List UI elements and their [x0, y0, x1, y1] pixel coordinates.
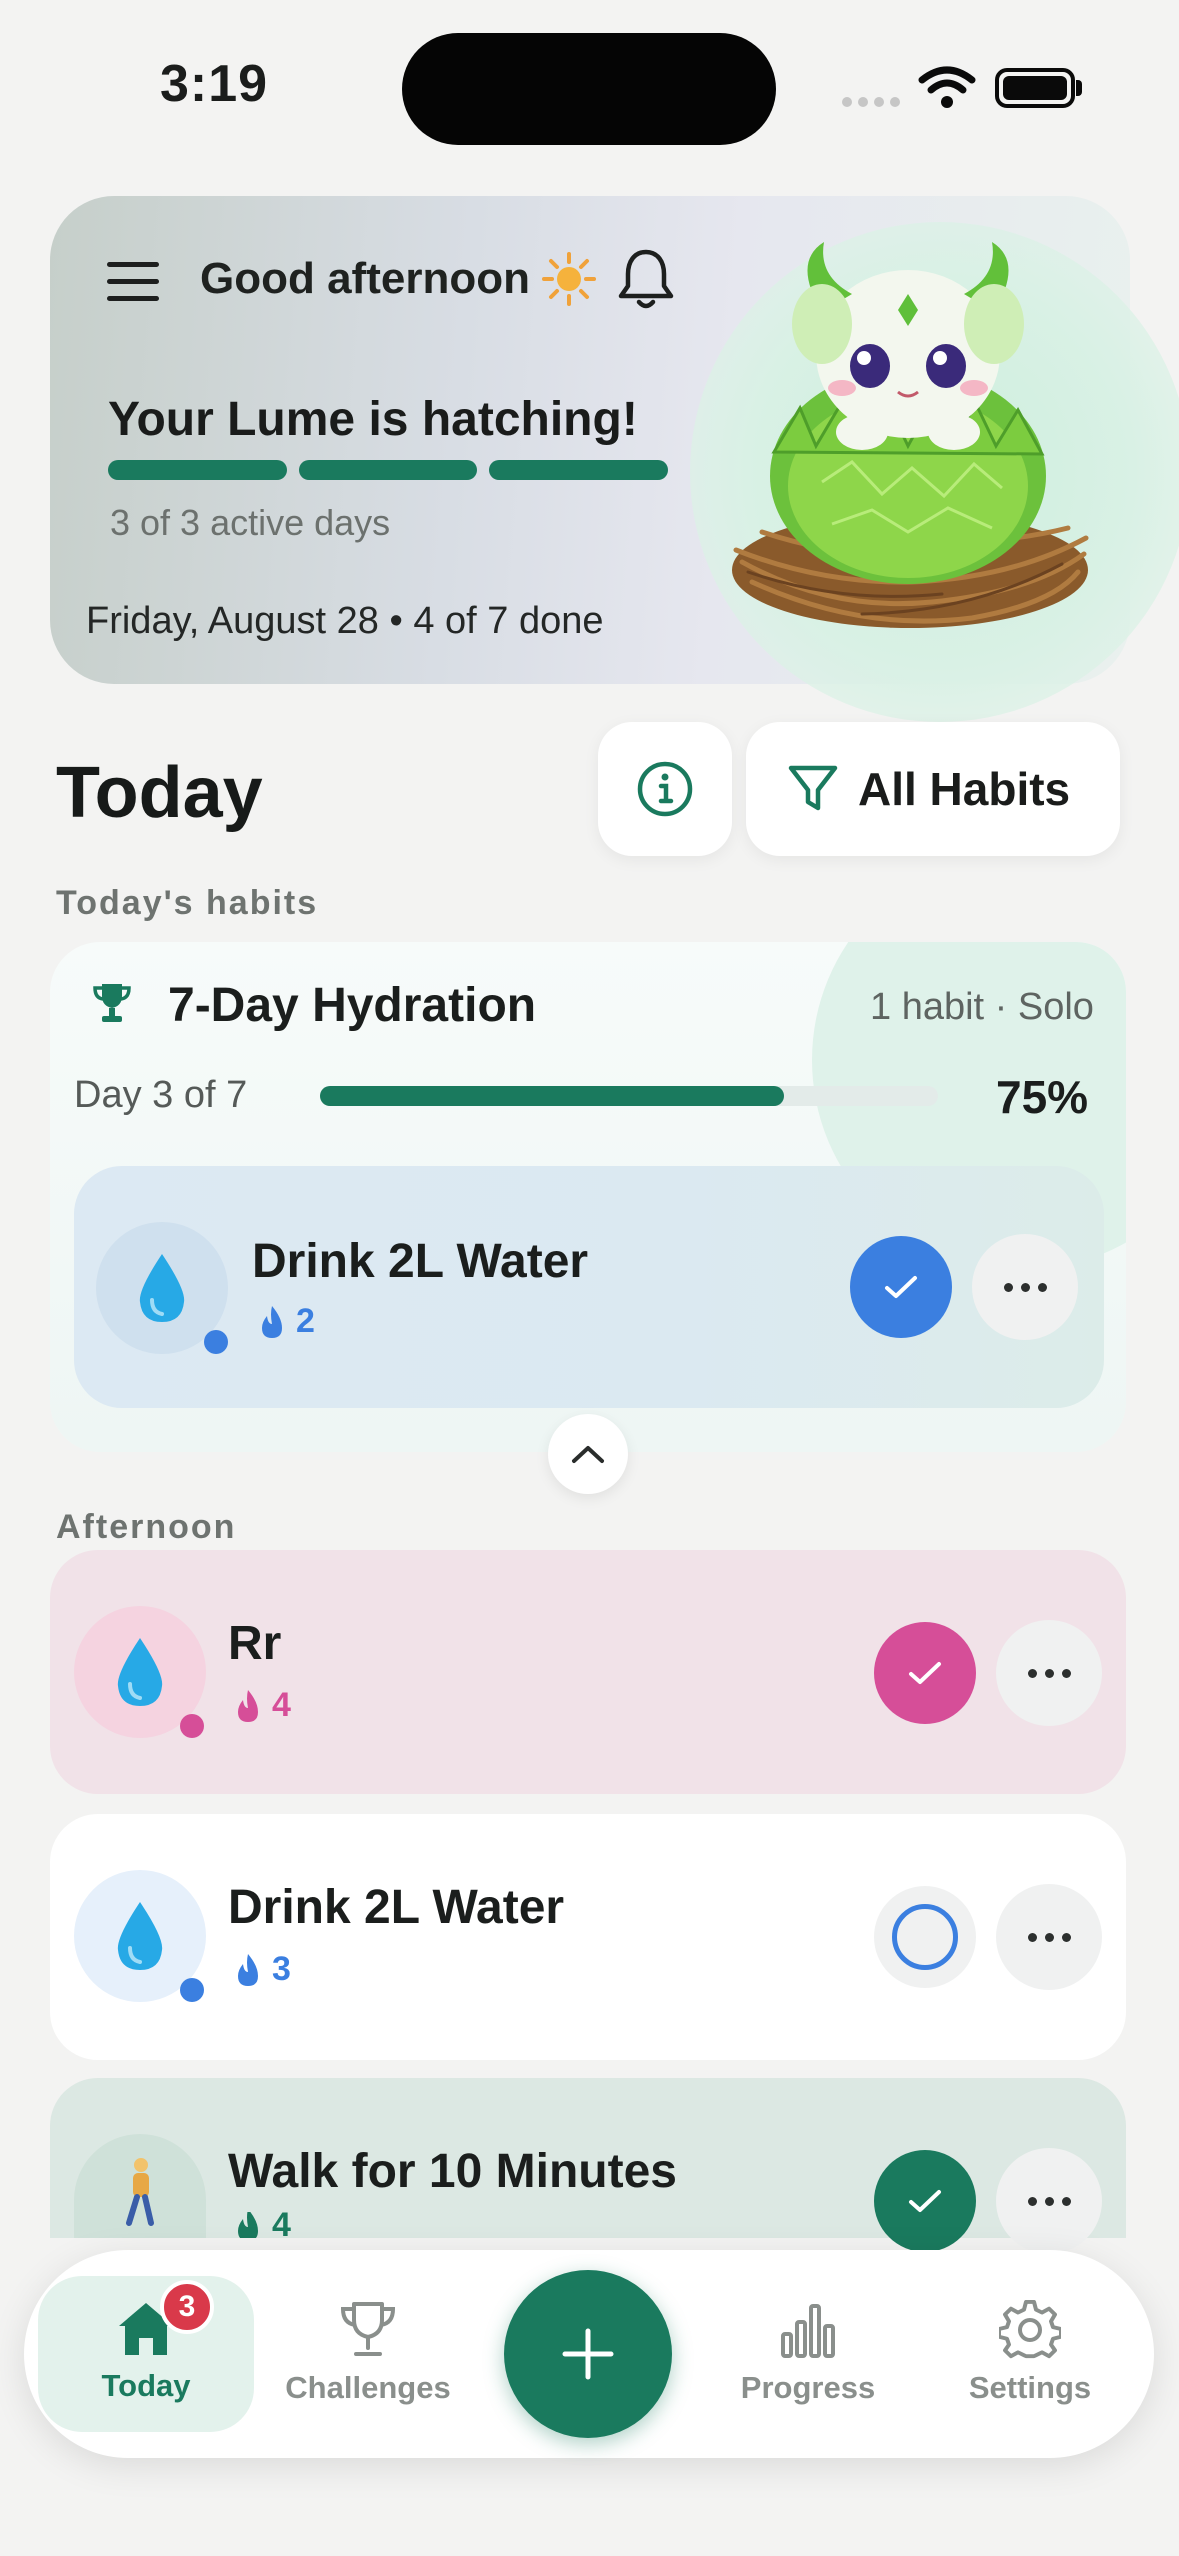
page-title: Today [56, 753, 263, 833]
info-button[interactable] [598, 722, 732, 856]
nav-label: Settings [968, 2370, 1092, 2405]
nav-item-settings[interactable]: Settings [922, 2276, 1138, 2432]
plus-icon [562, 2328, 614, 2380]
filter-label: All Habits [858, 763, 1071, 815]
flame-icon [238, 1953, 258, 1986]
section-label-todays-habits: Today's habits [56, 884, 319, 922]
habit-name: Drink 2L Water [228, 1881, 565, 1934]
habit-more-button[interactable] [996, 2148, 1102, 2254]
habit-streak: 2 [258, 1302, 315, 1341]
water-drop-icon [139, 1254, 185, 1322]
bar-chart-icon [781, 2304, 835, 2358]
challenge-percent: 75% [996, 1071, 1089, 1123]
checkmark-icon [909, 2190, 941, 2212]
chevron-up-icon [572, 1446, 604, 1463]
lume-mascot-illustration[interactable] [712, 232, 1102, 652]
hatch-progress [108, 460, 669, 480]
habit-streak: 3 [234, 1950, 291, 1989]
habit-color-dot [180, 1978, 204, 2002]
filter-icon [788, 765, 838, 811]
wifi-icon [918, 66, 976, 108]
challenge-progress-fill [320, 1086, 784, 1106]
hatch-title: Your Lume is hatching! [108, 393, 638, 446]
habit-streak: 4 [234, 2212, 291, 2238]
gear-icon [999, 2300, 1061, 2359]
info-icon [637, 761, 693, 817]
habit-check-button[interactable] [874, 2150, 976, 2252]
nav-label: Challenges [285, 2370, 451, 2405]
battery-icon [995, 68, 1075, 108]
walking-person-icon [126, 2158, 154, 2226]
trophy-icon [340, 2302, 396, 2356]
active-days-text: 3 of 3 active days [110, 502, 391, 543]
empty-check-ring [892, 1904, 958, 1970]
habit-name: Rr [228, 1617, 282, 1670]
challenge-meta: 1 habit · Solo [870, 986, 1094, 1028]
nav-item-today[interactable]: Today [38, 2276, 254, 2432]
habit-check-button[interactable] [850, 1236, 952, 1338]
signal-icon [842, 94, 906, 112]
habit-check-button[interactable] [874, 1622, 976, 1724]
habit-check-button[interactable] [874, 1886, 976, 1988]
status-time: 3:19 [160, 55, 269, 113]
water-drop-icon [117, 1638, 163, 1706]
challenge-progress-bar [320, 1086, 938, 1106]
nav-item-progress[interactable]: Progress [700, 2276, 916, 2432]
flame-icon [238, 1689, 258, 1722]
bell-icon[interactable] [616, 246, 676, 312]
nav-item-challenges[interactable]: Challenges [260, 2276, 476, 2432]
habit-streak-count: 4 [272, 1686, 291, 1724]
water-drop-icon [117, 1902, 163, 1970]
habit-streak-count: 4 [272, 2212, 291, 2238]
nav-label: Progress [740, 2370, 876, 2405]
challenge-title: 7-Day Hydration [168, 979, 537, 1032]
section-label-afternoon: Afternoon [56, 1508, 237, 1546]
menu-icon[interactable] [107, 262, 159, 302]
habit-streak-count: 3 [272, 1950, 291, 1988]
filter-button[interactable]: All Habits [746, 722, 1120, 856]
checkmark-icon [909, 1662, 941, 1684]
habit-more-button[interactable] [996, 1620, 1102, 1726]
battery-cap [1076, 80, 1082, 96]
date-summary: Friday, August 28 • 4 of 7 done [86, 600, 604, 642]
challenge-day-label: Day 3 of 7 [74, 1074, 248, 1116]
habit-color-dot [204, 1330, 228, 1354]
flame-icon [262, 1305, 282, 1338]
habit-name: Walk for 10 Minutes [228, 2145, 677, 2198]
habit-name: Drink 2L Water [252, 1235, 589, 1288]
notification-badge: 3 [160, 2280, 214, 2334]
habit-more-button[interactable] [972, 1234, 1078, 1340]
nav-label: Today [101, 2368, 191, 2403]
habit-more-button[interactable] [996, 1884, 1102, 1990]
trophy-icon [93, 984, 131, 1022]
dynamic-island [402, 33, 776, 145]
flame-icon [238, 2212, 258, 2238]
add-habit-button[interactable] [504, 2270, 672, 2438]
checkmark-icon [885, 1276, 917, 1298]
greeting-text: Good afternoon [200, 254, 530, 303]
habit-streak: 4 [234, 1686, 291, 1725]
collapse-challenge-button[interactable] [548, 1414, 628, 1494]
habit-streak-count: 2 [296, 1302, 315, 1340]
habit-color-dot [180, 1714, 204, 1738]
sun-icon [542, 252, 596, 306]
